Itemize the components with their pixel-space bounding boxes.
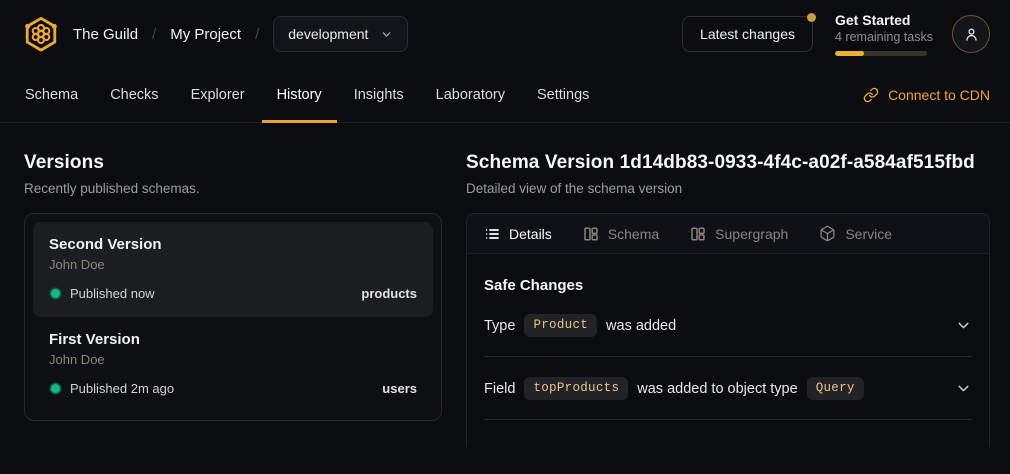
version-status: Published 2m ago <box>70 381 174 396</box>
detail-tab-details[interactable]: Details <box>484 226 552 242</box>
columns-icon <box>690 226 706 242</box>
detail-tab-label: Service <box>845 226 892 242</box>
nav-tab-schema[interactable]: Schema <box>10 68 93 122</box>
change-text: Field <box>484 381 515 397</box>
change-text: was added <box>606 318 676 334</box>
breadcrumb-org[interactable]: The Guild <box>73 26 138 43</box>
breadcrumb-project[interactable]: My Project <box>170 26 241 43</box>
nav-tab-checks[interactable]: Checks <box>95 68 173 122</box>
detail-tab-schema[interactable]: Schema <box>583 226 659 242</box>
target-dropdown-value: development <box>288 26 368 42</box>
nav-tab-insights[interactable]: Insights <box>339 68 419 122</box>
notification-dot <box>807 13 816 22</box>
get-started-progress-fill <box>835 51 864 56</box>
versions-subtitle: Recently published schemas. <box>24 181 442 196</box>
published-status-dot <box>51 384 60 393</box>
user-icon <box>963 26 980 43</box>
connect-to-cdn-link[interactable]: Connect to CDN <box>863 68 990 122</box>
detail-tabs: Details Schema Supergraph Service <box>467 214 989 254</box>
version-status: Published now <box>70 286 155 301</box>
change-text: Type <box>484 318 515 334</box>
detail-tab-service[interactable]: Service <box>819 225 892 242</box>
breadcrumb-separator: / <box>152 26 156 43</box>
get-started-widget[interactable]: Get Started 4 remaining tasks <box>835 12 930 56</box>
versions-panel: Versions Recently published schemas. Sec… <box>0 123 466 447</box>
hive-logo-icon[interactable] <box>22 15 60 53</box>
nav-tab-laboratory[interactable]: Laboratory <box>421 68 520 122</box>
main-nav: SchemaChecksExplorerHistoryInsightsLabor… <box>0 68 1010 123</box>
code-chip: topProducts <box>524 377 628 400</box>
user-avatar-button[interactable] <box>952 15 990 53</box>
version-list-item[interactable]: Second Version John Doe Published now produ… <box>33 222 433 317</box>
versions-title: Versions <box>24 152 442 174</box>
get-started-subtitle: 4 remaining tasks <box>835 30 930 44</box>
versions-list: Second Version John Doe Published now produ… <box>24 213 442 421</box>
cube-icon <box>819 225 836 242</box>
schema-version-title: Schema Version 1d14db83-0933-4f4c-a02f-a… <box>466 152 990 174</box>
published-status-dot <box>51 289 60 298</box>
nav-tab-explorer[interactable]: Explorer <box>176 68 260 122</box>
link-icon <box>863 87 879 103</box>
list-icon <box>484 226 500 242</box>
target-dropdown[interactable]: development <box>273 16 408 52</box>
schema-change-row[interactable]: Field topProducts was added to object type… <box>484 357 972 420</box>
code-chip: Query <box>807 377 864 400</box>
detail-tab-label: Details <box>509 226 552 242</box>
columns-icon <box>583 226 599 242</box>
breadcrumb-separator: / <box>255 26 259 43</box>
get-started-title: Get Started <box>835 12 930 28</box>
schema-version-subtitle: Detailed view of the schema version <box>466 181 990 196</box>
version-detail-panel: Schema Version 1d14db83-0933-4f4c-a02f-a… <box>466 123 1010 447</box>
detail-tab-label: Supergraph <box>715 226 788 242</box>
version-title: First Version <box>49 331 417 348</box>
chevron-down-icon[interactable] <box>955 380 972 397</box>
chevron-down-icon[interactable] <box>955 317 972 334</box>
safe-changes-heading: Safe Changes <box>484 277 972 294</box>
get-started-progressbar <box>835 51 927 56</box>
change-text: was added to object type <box>637 381 797 397</box>
latest-changes-button[interactable]: Latest changes <box>682 16 813 52</box>
top-header: The Guild / My Project / development Lat… <box>0 0 1010 68</box>
version-title: Second Version <box>49 236 417 253</box>
connect-to-cdn-label: Connect to CDN <box>888 87 990 103</box>
version-service-name: users <box>382 381 417 396</box>
detail-tab-supergraph[interactable]: Supergraph <box>690 226 788 242</box>
version-author: John Doe <box>49 257 417 272</box>
schema-change-row[interactable]: Type Product was added <box>484 294 972 357</box>
code-chip: Product <box>524 314 597 337</box>
version-list-item[interactable]: First Version John Doe Published 2m ago use… <box>33 317 433 412</box>
latest-changes-label: Latest changes <box>700 26 795 42</box>
version-author: John Doe <box>49 352 417 367</box>
changes-list: Type Product was added Field topProducts was … <box>484 294 972 420</box>
detail-tab-label: Schema <box>608 226 659 242</box>
nav-tab-settings[interactable]: Settings <box>522 68 604 122</box>
version-service-name: products <box>361 286 417 301</box>
nav-tab-history[interactable]: History <box>262 68 337 122</box>
chevron-down-icon <box>380 28 393 41</box>
